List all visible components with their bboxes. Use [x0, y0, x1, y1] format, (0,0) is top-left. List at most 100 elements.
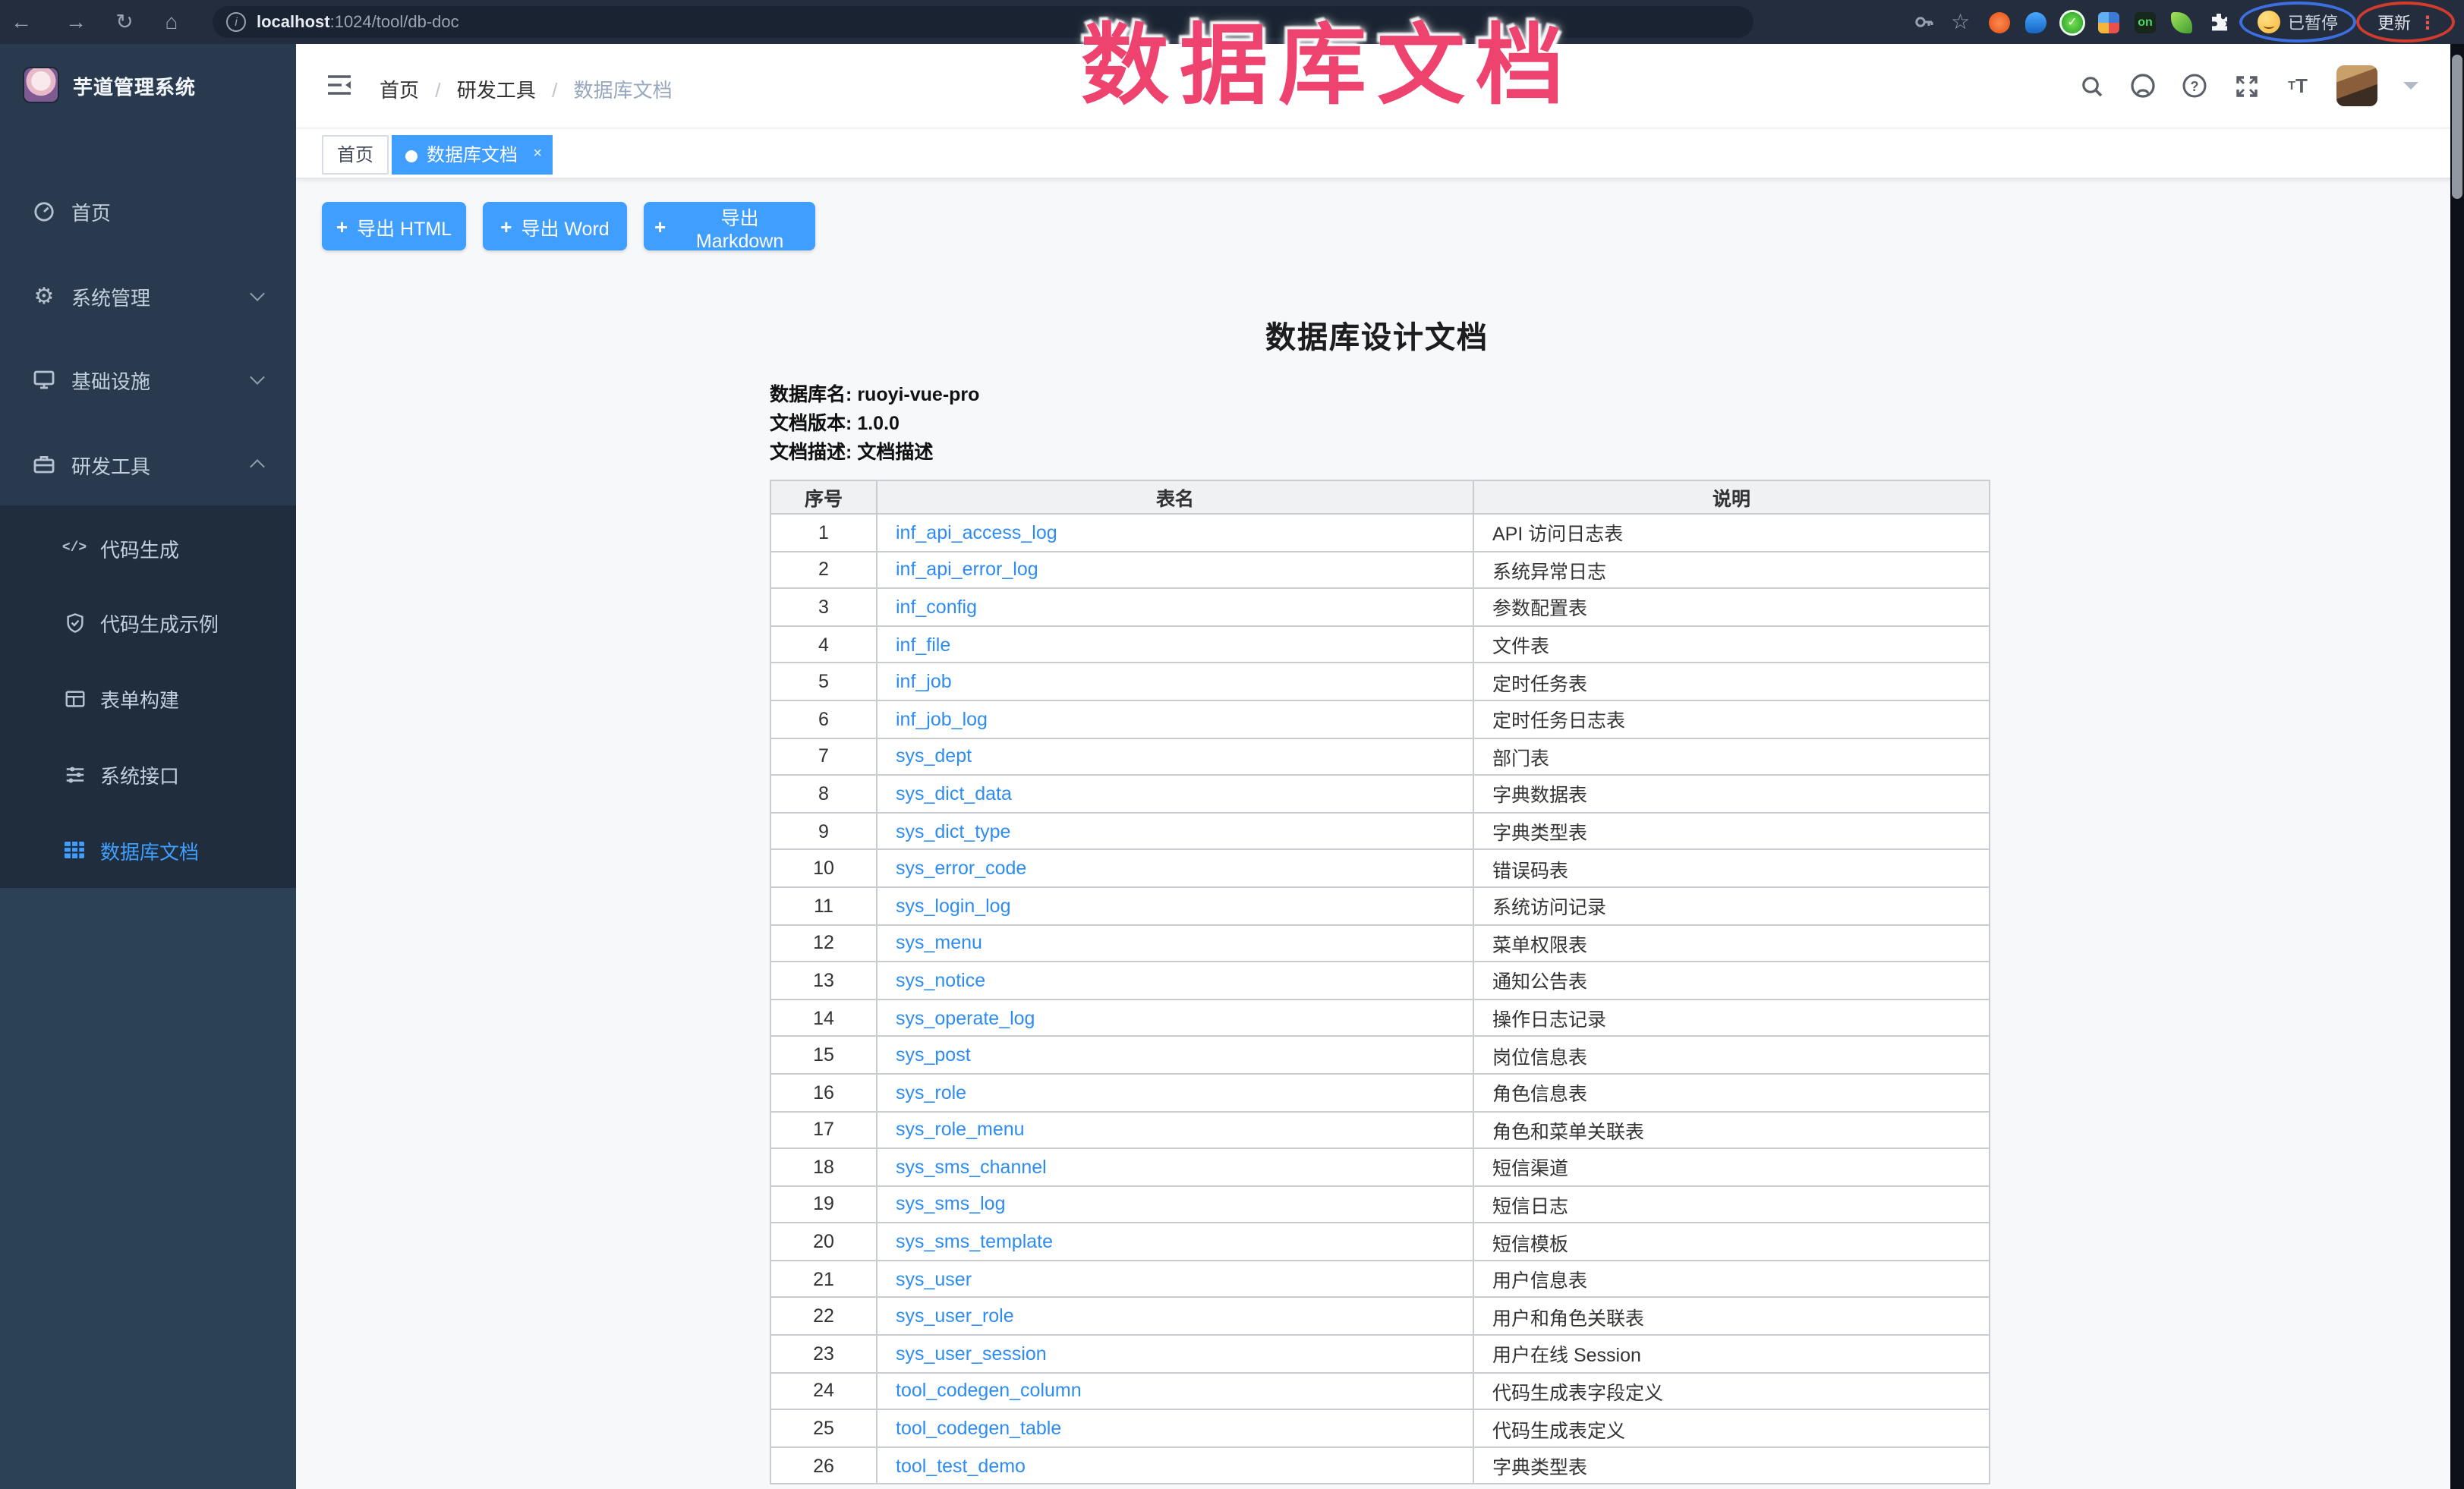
table-name-link[interactable]: tool_test_demo — [896, 1455, 1026, 1476]
profile-sync-paused[interactable]: 已暂停 — [2245, 0, 2350, 44]
svg-text:?: ? — [2191, 79, 2199, 94]
table-name-link[interactable]: sys_sms_log — [896, 1194, 1006, 1215]
table-row: 26 tool_test_demo 字典类型表 — [770, 1447, 1990, 1484]
table-name-link[interactable]: sys_menu — [896, 933, 982, 954]
table-name-link[interactable]: sys_notice — [896, 970, 985, 991]
table-name-link[interactable]: sys_user_role — [896, 1306, 1014, 1327]
sidebar-item-api[interactable]: 系统接口 — [0, 736, 296, 812]
export-html-button[interactable]: + 导出 HTML — [322, 202, 466, 250]
browser-back-icon[interactable]: ← — [6, 0, 36, 44]
table-name-link[interactable]: sys_user — [896, 1268, 972, 1289]
page-scrollbar-thumb[interactable] — [2452, 55, 2462, 199]
sidebar-item-system[interactable]: ⚙ 系统管理 — [0, 255, 296, 337]
table-name-link[interactable]: inf_api_access_log — [896, 522, 1057, 543]
font-size-icon[interactable]: TT — [2285, 73, 2311, 99]
extensions-puzzle-icon[interactable] — [2207, 11, 2230, 33]
update-label: 更新 — [2377, 10, 2411, 34]
table-name-link[interactable]: sys_role_menu — [896, 1119, 1025, 1141]
export-markdown-button[interactable]: + 导出 Markdown — [644, 202, 815, 250]
plus-icon: + — [500, 215, 512, 238]
table-desc: 部门表 — [1473, 738, 1990, 775]
sidebar-item-home[interactable]: 首页 — [0, 170, 296, 252]
row-index: 8 — [770, 775, 877, 812]
table-desc: 菜单权限表 — [1473, 924, 1990, 962]
breadcrumb-home[interactable]: 首页 — [380, 79, 419, 102]
browser-reload-icon[interactable]: ↻ — [109, 0, 140, 44]
bookmark-star-icon[interactable]: ☆ — [1951, 11, 1974, 33]
browser-update-chip[interactable]: 更新 ⋮ — [2365, 0, 2449, 44]
address-bar[interactable]: i localhost:1024/tool/db-doc — [213, 6, 1753, 38]
table-name-link[interactable]: sys_user_session — [896, 1343, 1047, 1365]
table-name-link[interactable]: inf_job — [896, 671, 952, 692]
table-name-link[interactable]: tool_codegen_table — [896, 1418, 1061, 1439]
table-name-link[interactable]: inf_job_log — [896, 709, 988, 730]
table-name-link[interactable]: sys_sms_channel — [896, 1157, 1047, 1178]
row-index: 2 — [770, 551, 877, 588]
tag-home[interactable]: 首页 — [322, 135, 389, 175]
sidebar-item-form-builder[interactable]: 表单构建 — [0, 660, 296, 736]
key-icon[interactable] — [1913, 11, 1936, 33]
table-name-link[interactable]: tool_codegen_column — [896, 1380, 1082, 1402]
table-desc: 用户在线 Session — [1473, 1335, 1990, 1372]
breadcrumb-devtools[interactable]: 研发工具 — [457, 79, 536, 102]
table-name-link[interactable]: inf_api_error_log — [896, 559, 1038, 581]
sidebar-item-codegen-demo[interactable]: 代码生成示例 — [0, 584, 296, 660]
page-info-icon[interactable]: i — [226, 12, 246, 32]
table-row: 1 inf_api_access_log API 访问日志表 — [770, 514, 1990, 551]
table-row: 16 sys_role 角色信息表 — [770, 1074, 1990, 1111]
table-name-link[interactable]: sys_operate_log — [896, 1007, 1035, 1028]
export-word-button[interactable]: + 导出 Word — [483, 202, 627, 250]
table-name-link[interactable]: sys_dict_type — [896, 820, 1010, 842]
sidebar-item-db-doc[interactable]: 数据库文档 — [0, 812, 296, 888]
table-name-link[interactable]: sys_error_code — [896, 858, 1026, 879]
extension-icon-leaf[interactable] — [2171, 11, 2192, 33]
table-name-link[interactable]: inf_file — [896, 634, 950, 655]
tag-db-doc[interactable]: 数据库文档 × — [392, 135, 553, 175]
table-name-link[interactable]: sys_sms_template — [896, 1231, 1053, 1252]
tag-close-icon[interactable]: × — [533, 137, 542, 173]
sidebar-item-infra[interactable]: 基础设施 — [0, 338, 296, 420]
fullscreen-icon[interactable] — [2233, 73, 2259, 99]
table-name-link[interactable]: sys_login_log — [896, 895, 1011, 916]
row-index: 26 — [770, 1447, 877, 1484]
row-index: 16 — [770, 1074, 877, 1111]
browser-home-icon[interactable]: ⌂ — [156, 0, 187, 44]
sidebar-item-codegen[interactable]: </> 代码生成 — [0, 510, 296, 586]
user-avatar[interactable] — [2336, 65, 2377, 106]
github-icon[interactable] — [2130, 73, 2156, 99]
extension-icon-green-check[interactable]: ✓ — [2062, 11, 2083, 33]
search-icon[interactable] — [2078, 73, 2104, 99]
table-row: 24 tool_codegen_column 代码生成表字段定义 — [770, 1372, 1990, 1409]
page-scrollbar-track[interactable] — [2450, 44, 2464, 1489]
table-desc: 系统访问记录 — [1473, 887, 1990, 924]
sidebar: 芋道管理系统 首页 ⚙ 系统管理 基础设施 — [0, 44, 296, 1489]
plus-icon: + — [654, 215, 666, 238]
table-name-link[interactable]: sys_post — [896, 1044, 971, 1066]
table-name-link[interactable]: sys_role — [896, 1081, 966, 1103]
table-name-link[interactable]: inf_config — [896, 597, 977, 618]
row-index: 17 — [770, 1111, 877, 1148]
table-name-link[interactable]: sys_dept — [896, 746, 972, 767]
code-icon: </> — [62, 536, 87, 560]
sidebar-logo[interactable]: 芋道管理系统 — [0, 44, 296, 126]
browser-forward-icon[interactable]: → — [61, 0, 91, 44]
extension-icon-pin[interactable] — [2025, 11, 2047, 33]
table-row: 14 sys_operate_log 操作日志记录 — [770, 999, 1990, 1036]
form-icon — [62, 686, 87, 710]
help-icon[interactable]: ? — [2182, 73, 2207, 99]
extension-icon-grid[interactable] — [2098, 11, 2119, 33]
sidebar-toggle-icon[interactable] — [326, 73, 352, 97]
table-row: 6 inf_job_log 定时任务日志表 — [770, 700, 1990, 738]
navbar: 首页 / 研发工具 / 数据库文档 ? TT — [296, 44, 2464, 127]
extension-icon-orange[interactable] — [1989, 11, 2010, 33]
sidebar-item-devtools[interactable]: 研发工具 — [0, 423, 296, 505]
logo-avatar — [24, 68, 58, 102]
meta-doc-version: 文档版本: 1.0.0 — [770, 410, 979, 439]
table-row: 4 inf_file 文件表 — [770, 626, 1990, 663]
table-header-row: 序号 表名 说明 — [770, 480, 1990, 514]
avatar-dropdown-caret-icon[interactable] — [2403, 82, 2418, 90]
browser-menu-kebab-icon[interactable]: ⋮ — [2418, 11, 2437, 33]
table-name-link[interactable]: sys_dict_data — [896, 783, 1012, 804]
table-desc: 操作日志记录 — [1473, 999, 1990, 1036]
extension-icon-on-badge[interactable]: on — [2135, 11, 2156, 33]
